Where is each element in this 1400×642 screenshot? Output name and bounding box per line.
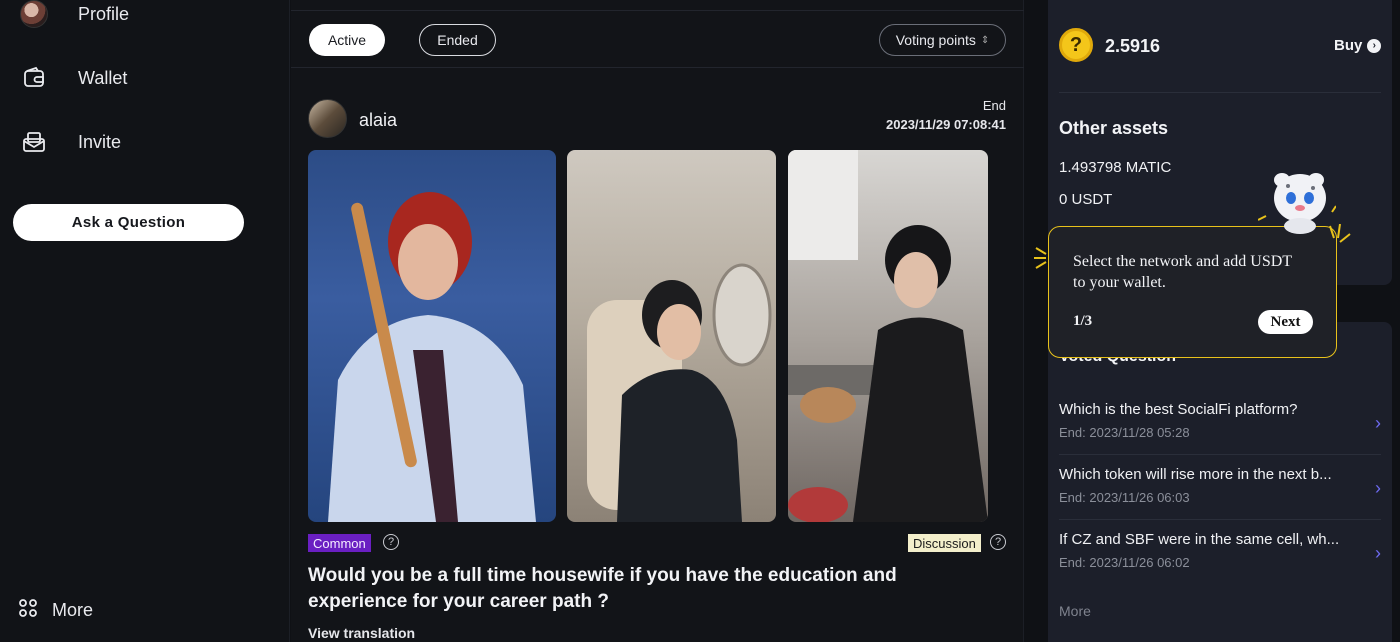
more-label: More (52, 600, 94, 620)
sort-label: Voting points (895, 32, 976, 48)
ask-question-button[interactable]: Ask a Question (13, 204, 244, 241)
sparkle-icon (1329, 224, 1351, 243)
voted-question-item[interactable]: Which is the best SocialFi platform? End… (1059, 401, 1381, 459)
voted-question-text: Which token will rise more in the next b… (1059, 466, 1332, 483)
chevron-right-icon: › (1375, 413, 1381, 433)
wallet-icon (20, 64, 48, 92)
sparkle-icon (1034, 247, 1047, 269)
sort-dropdown[interactable]: Voting points ⇕ (879, 24, 1006, 56)
asset-matic: 1.493798 MATIC (1059, 159, 1172, 176)
sidebar-item-label: Invite (78, 131, 122, 152)
post-title[interactable]: Would you be a full time housewife if yo… (308, 563, 988, 615)
tooltip-next-button[interactable]: Next (1258, 310, 1313, 334)
voted-question-item[interactable]: If CZ and SBF were in the same cell, wh.… (1059, 531, 1381, 589)
invite-icon (20, 128, 48, 156)
post-image-1[interactable] (308, 150, 556, 522)
sort-chevron-icon: ⇕ (980, 34, 990, 46)
sidebar-item-profile[interactable]: Profile (20, 0, 129, 34)
voted-question-item[interactable]: Which token will rise more in the next b… (1059, 466, 1381, 524)
tooltip-step: 1/3 (1073, 313, 1093, 329)
post-image-2[interactable] (567, 150, 776, 522)
voted-question-date: End: 2023/11/28 05:28 (1059, 425, 1190, 440)
voted-question-date: End: 2023/11/26 06:03 (1059, 490, 1190, 505)
other-assets-title: Other assets (1059, 118, 1169, 138)
buy-label: Buy (1334, 37, 1363, 54)
post-image-3[interactable] (788, 150, 988, 522)
help-icon[interactable]: ? (990, 534, 1006, 550)
balance: 2.5916 (1105, 36, 1161, 56)
sidebar-item-invite[interactable]: Invite (20, 122, 121, 162)
end-date: 2023/11/29 07:08:41 (886, 117, 1006, 132)
asset-usdt: 0 USDT (1059, 191, 1113, 208)
more-link[interactable]: More (1059, 603, 1091, 619)
sidebar-item-label: Profile (78, 3, 130, 24)
divider (1059, 519, 1381, 520)
chevron-right-icon: › (1375, 478, 1381, 498)
grid-icon (18, 598, 38, 623)
sidebar-item-wallet[interactable]: Wallet (20, 58, 127, 98)
tab-active[interactable]: Active (309, 24, 385, 56)
post-avatar[interactable] (308, 99, 347, 138)
sidebar: Profile Wallet Invite Ask a Question Mor… (0, 0, 290, 642)
voted-question-date: End: 2023/11/26 06:02 (1059, 555, 1190, 570)
view-translation-link[interactable]: View translation (308, 625, 415, 641)
divider (1059, 454, 1381, 455)
divider (291, 10, 1024, 11)
buy-button[interactable]: Buy › (1334, 37, 1382, 54)
tooltip-text: Select the network and add USDT to your … (1073, 253, 1292, 291)
avatar (20, 0, 48, 28)
sidebar-more[interactable]: More (18, 598, 93, 623)
type-tag: Discussion (908, 534, 981, 552)
post-username[interactable]: alaia (359, 110, 397, 131)
onboarding-tooltip: Select the network and add USDT to your … (1048, 226, 1337, 358)
main-feed: Active Ended Voting points ⇕ alaia End 2… (291, 0, 1024, 642)
category-tag: Common (308, 534, 371, 552)
tab-ended[interactable]: Ended (419, 24, 496, 56)
chevron-right-icon: › (1375, 543, 1381, 563)
mascot-icon (1258, 173, 1336, 234)
sidebar-item-label: Wallet (78, 67, 128, 88)
voted-question-text: Which is the best SocialFi platform? (1059, 401, 1298, 418)
help-icon[interactable]: ? (383, 534, 399, 550)
end-label: End (982, 98, 1006, 113)
voted-question-text: If CZ and SBF were in the same cell, wh.… (1059, 531, 1340, 548)
divider (291, 67, 1024, 68)
arrow-right-icon: › (1367, 38, 1382, 53)
coin-icon: ? (1059, 28, 1093, 62)
divider (1059, 92, 1381, 93)
